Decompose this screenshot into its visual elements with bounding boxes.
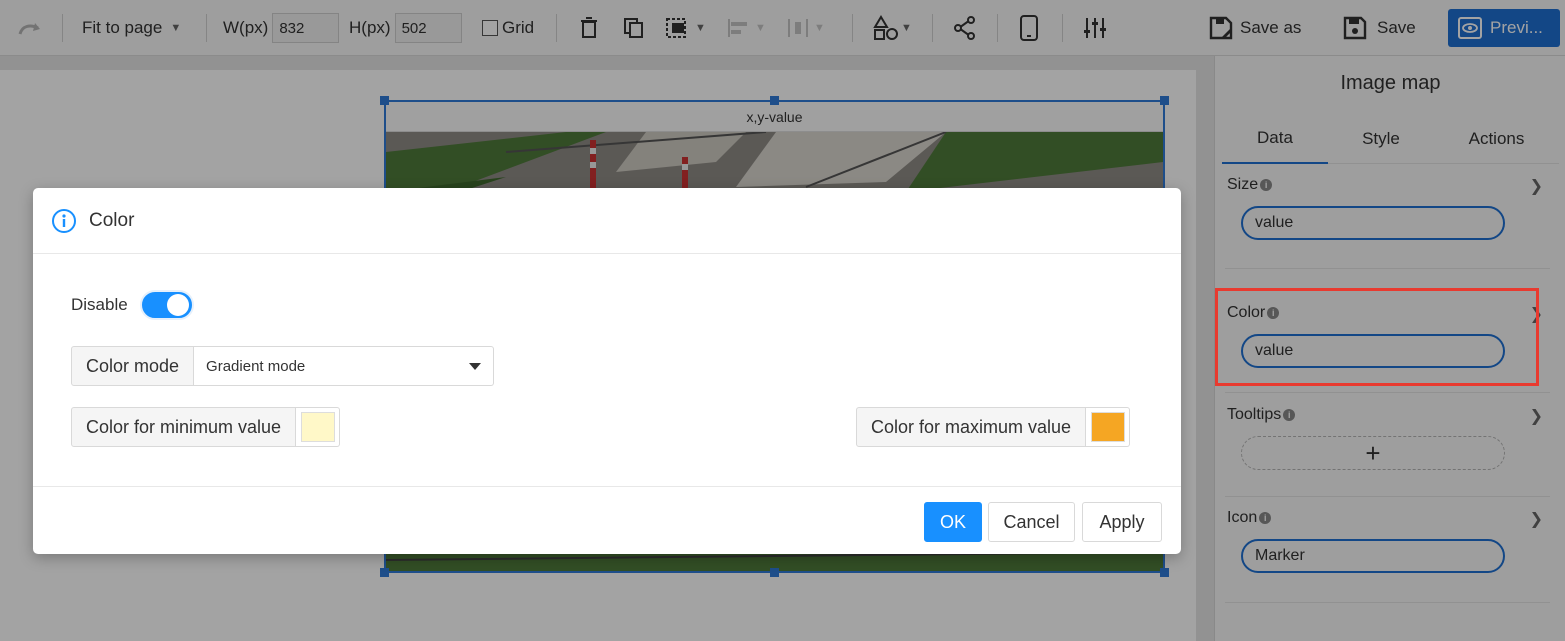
color-mode-row: Color mode Gradient mode [71,346,495,386]
info-circle-icon [51,208,77,234]
color-mode-select[interactable]: Gradient mode [194,346,495,386]
dropdown-arrow-icon [469,362,482,370]
max-color-swatch [1090,412,1125,442]
dialog-footer: OK Cancel Apply [33,486,1181,554]
disable-toggle[interactable] [139,290,194,320]
max-color-picker[interactable] [1086,407,1131,447]
color-mode-value: Gradient mode [206,357,306,375]
dialog-header: Color [33,188,1181,254]
max-color-label: Color for maximum value [856,407,1087,447]
color-dialog: Color Disable Color mode Gradient mode C… [33,188,1181,554]
toggle-knob [166,294,189,316]
min-color-swatch [300,412,335,442]
ok-button[interactable]: OK [924,502,982,542]
apply-button[interactable]: Apply [1082,502,1162,542]
disable-label: Disable [71,295,128,314]
min-color-row: Color for minimum value [71,407,341,447]
min-color-picker[interactable] [296,407,341,447]
min-color-label: Color for minimum value [71,407,297,447]
cancel-button[interactable]: Cancel [988,502,1075,542]
max-color-row: Color for maximum value [856,407,1131,447]
highlight-box [1215,288,1539,386]
disable-row: Disable [71,290,194,320]
color-mode-label: Color mode [71,346,195,386]
dialog-title: Color [89,209,135,231]
